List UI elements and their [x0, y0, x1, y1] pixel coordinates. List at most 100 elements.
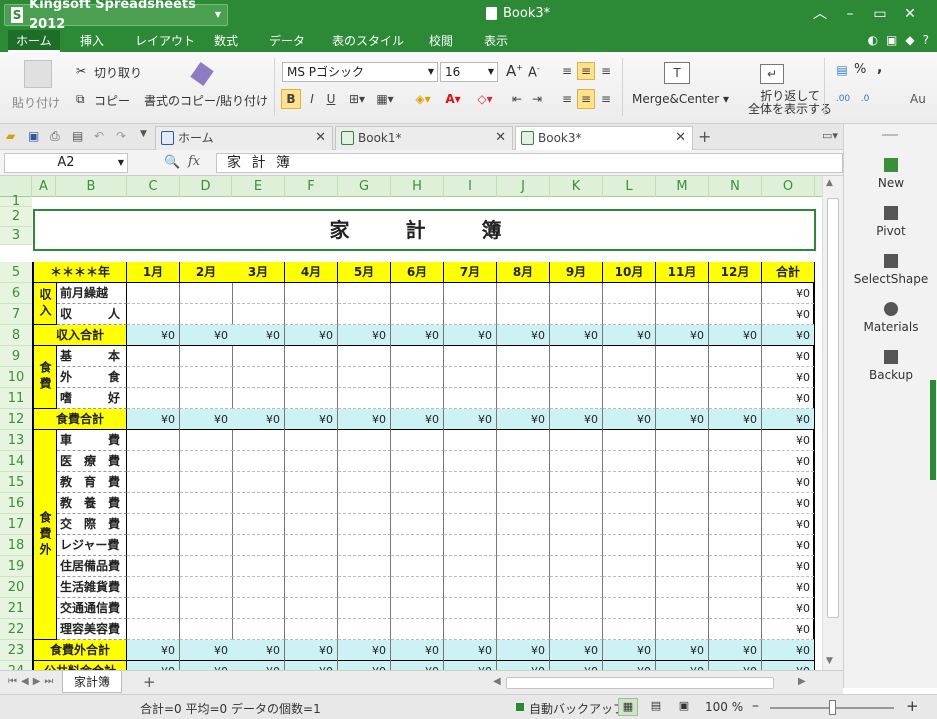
month-value[interactable] — [285, 283, 338, 304]
month-value[interactable]: ¥0 — [709, 640, 762, 661]
month-value[interactable] — [656, 619, 709, 640]
month-value[interactable] — [127, 556, 180, 577]
month-value[interactable]: ¥0 — [603, 640, 656, 661]
month-value[interactable]: ¥0 — [444, 640, 497, 661]
item-label[interactable]: 外 食 — [57, 367, 127, 388]
month-value[interactable] — [550, 556, 603, 577]
month-value[interactable] — [180, 367, 233, 388]
skin-icon[interactable]: ◆ — [905, 33, 914, 47]
month-header[interactable]: 8月 — [497, 262, 550, 283]
horizontal-scroll-thumb[interactable] — [506, 677, 774, 689]
month-value[interactable] — [127, 619, 180, 640]
row-total-value[interactable]: ¥0 — [762, 577, 814, 598]
month-value[interactable]: ¥0 — [180, 325, 233, 346]
clear-format-icon[interactable]: ◇▾ — [472, 89, 498, 109]
new-button[interactable]: New — [844, 158, 937, 190]
row-header-17[interactable]: 17 — [0, 514, 32, 535]
close-icon[interactable]: ✕ — [315, 127, 326, 149]
zoom-out-icon[interactable]: – — [752, 698, 759, 714]
full-screen-icon[interactable]: ▣ — [674, 698, 694, 716]
month-value[interactable] — [232, 283, 285, 304]
month-value[interactable] — [444, 598, 497, 619]
month-value[interactable] — [709, 577, 762, 598]
row-header-8[interactable]: 8 — [0, 325, 32, 346]
scroll-up-icon[interactable]: ▲ — [826, 178, 833, 188]
month-value[interactable] — [656, 388, 709, 409]
month-value[interactable] — [232, 430, 285, 451]
month-value[interactable] — [709, 598, 762, 619]
month-value[interactable] — [709, 493, 762, 514]
pivot-button[interactable]: Pivot — [844, 206, 937, 238]
total-label[interactable]: 公共料金合計 — [34, 661, 127, 670]
month-value[interactable] — [338, 304, 391, 325]
column-header-a[interactable]: A — [32, 176, 56, 197]
month-value[interactable]: ¥0 — [391, 661, 444, 670]
month-value[interactable] — [232, 556, 285, 577]
month-value[interactable] — [497, 619, 550, 640]
month-value[interactable] — [550, 304, 603, 325]
item-label[interactable]: 理容美容費 — [57, 619, 127, 640]
close-icon[interactable]: ✕ — [495, 127, 506, 149]
month-value[interactable] — [444, 556, 497, 577]
row-header-1[interactable]: 1 — [0, 195, 32, 208]
align-center-icon[interactable]: ≡ — [577, 89, 595, 109]
tab-review[interactable]: 校閲 — [421, 30, 461, 52]
column-header-b[interactable]: B — [56, 176, 127, 197]
month-value[interactable]: ¥0 — [444, 661, 497, 670]
align-left-icon[interactable]: ≡ — [558, 89, 576, 109]
month-value[interactable] — [656, 304, 709, 325]
redo-icon[interactable]: ↷ — [116, 129, 126, 143]
decrease-decimal-icon[interactable]: .0 — [856, 89, 874, 109]
help-icon[interactable]: ? — [923, 33, 929, 47]
month-value[interactable] — [709, 535, 762, 556]
month-value[interactable] — [444, 493, 497, 514]
month-value[interactable] — [338, 388, 391, 409]
month-header[interactable]: 6月 — [391, 262, 444, 283]
month-value[interactable] — [127, 388, 180, 409]
month-value[interactable] — [338, 367, 391, 388]
month-value[interactable] — [709, 451, 762, 472]
month-value[interactable] — [338, 283, 391, 304]
month-value[interactable] — [550, 283, 603, 304]
month-value[interactable] — [232, 535, 285, 556]
month-value[interactable] — [391, 535, 444, 556]
zoom-slider-thumb[interactable] — [829, 700, 836, 715]
row-total-value[interactable]: ¥0 — [762, 535, 814, 556]
month-value[interactable] — [180, 619, 233, 640]
tab-menu-icon[interactable]: ▭▾ — [822, 129, 838, 142]
tab-book3[interactable]: Book3* ✕ — [515, 126, 693, 150]
column-header-j[interactable]: J — [497, 176, 550, 197]
month-value[interactable] — [285, 430, 338, 451]
cut-button[interactable]: 切り取り — [94, 64, 142, 81]
month-value[interactable]: ¥0 — [285, 409, 338, 430]
month-value[interactable] — [127, 304, 180, 325]
row-total-value[interactable]: ¥0 — [762, 661, 814, 670]
group-label-income[interactable]: 収入 — [34, 283, 57, 325]
month-value[interactable] — [497, 493, 550, 514]
month-value[interactable] — [391, 346, 444, 367]
month-value[interactable] — [603, 367, 656, 388]
month-value[interactable]: ¥0 — [603, 661, 656, 670]
month-value[interactable] — [232, 577, 285, 598]
maximize-button[interactable]: ▭ — [866, 4, 894, 24]
month-value[interactable] — [338, 346, 391, 367]
row-total-value[interactable]: ¥0 — [762, 325, 814, 346]
month-value[interactable] — [232, 367, 285, 388]
month-value[interactable] — [709, 283, 762, 304]
month-value[interactable]: ¥0 — [656, 409, 709, 430]
month-value[interactable] — [709, 472, 762, 493]
font-name-select[interactable]: MS Pゴシック ▼ — [282, 62, 438, 82]
increase-decimal-icon[interactable]: .00 — [834, 89, 852, 109]
month-value[interactable] — [180, 472, 233, 493]
month-header[interactable]: 2月 — [180, 262, 233, 283]
month-value[interactable] — [232, 619, 285, 640]
month-value[interactable] — [338, 430, 391, 451]
month-value[interactable] — [656, 577, 709, 598]
month-value[interactable]: ¥0 — [709, 661, 762, 670]
row-total-value[interactable]: ¥0 — [762, 409, 814, 430]
month-value[interactable] — [391, 388, 444, 409]
fx-icon[interactable]: fx — [188, 154, 200, 169]
total-label[interactable]: 収入合計 — [34, 325, 127, 346]
month-value[interactable] — [391, 367, 444, 388]
total-label[interactable]: 食費外合計 — [34, 640, 127, 661]
